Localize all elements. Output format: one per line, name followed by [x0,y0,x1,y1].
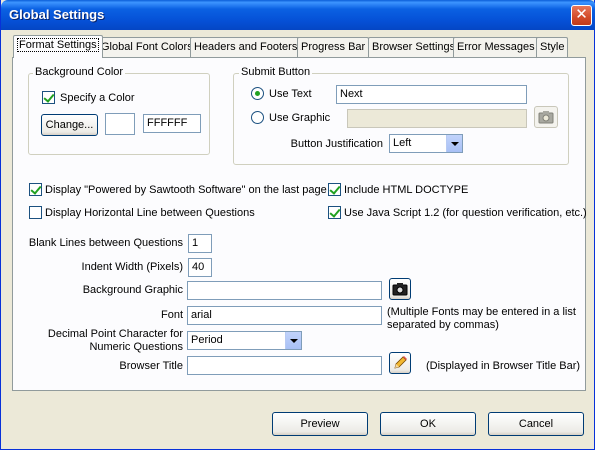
ok-button[interactable]: OK [380,412,476,436]
powered-by-checkbox[interactable] [29,183,42,196]
font-label: Font [160,309,183,321]
indent-width-label: Indent Width (Pixels) [81,261,183,273]
use-text-label: Use Text [269,88,312,100]
use-graphic-radio[interactable] [251,111,264,124]
blank-lines-label: Blank Lines between Questions [28,237,183,249]
preview-button[interactable]: Preview [272,412,368,436]
font-input[interactable]: arial [187,306,382,325]
html-doctype-checkbox[interactable] [328,183,341,196]
use-text-radio[interactable] [251,87,264,100]
tab-label: Format Settings [17,38,99,52]
window-title: Global Settings [9,7,105,22]
global-settings-dialog: Global Settings ✕ Format Settings Global… [0,0,595,450]
tab-headers-and-footers[interactable]: Headers and Footers [190,37,302,57]
color-hex-input[interactable]: FFFFFF [143,114,201,133]
browser-title-note: (Displayed in Browser Title Bar) [426,360,581,372]
blank-lines-input[interactable]: 1 [188,234,212,253]
horizontal-line-checkbox[interactable] [29,206,42,219]
button-justification-label: Button Justification [290,138,383,150]
specify-color-checkbox[interactable] [42,91,55,104]
background-graphic-browse-button[interactable] [389,278,411,300]
chevron-down-icon [446,135,462,152]
tab-global-font-colors[interactable]: Global Font Colors [97,37,197,57]
background-graphic-label: Background Graphic [82,284,183,296]
font-note-line2: separated by commas) [387,319,499,331]
font-note-line1: (Multiple Fonts may be entered in a list [387,306,576,318]
tab-style[interactable]: Style [536,37,569,57]
close-button[interactable]: ✕ [571,5,592,26]
title-bar: Global Settings ✕ [1,0,595,30]
decimal-point-label-line1: Decimal Point Character for [47,328,183,340]
decimal-point-select[interactable]: Period [187,331,302,350]
submit-button-legend: Submit Button [239,66,313,78]
tab-error-messages[interactable]: Error Messages [453,37,539,57]
javascript-checkbox[interactable] [328,206,341,219]
tab-browser-settings[interactable]: Browser Settings [368,37,460,57]
html-doctype-label: Include HTML DOCTYPE [344,184,469,196]
powered-by-label: Display "Powered by Sawtooth Software" o… [45,184,327,196]
button-justification-select[interactable]: Left [389,134,463,153]
camera-icon [538,111,554,124]
graphic-browse-button[interactable] [534,106,558,128]
use-text-input[interactable]: Next [336,85,527,104]
javascript-label: Use Java Script 1.2 (for question verifi… [344,207,587,219]
cancel-button[interactable]: Cancel [488,412,584,436]
tab-format-settings[interactable]: Format Settings [13,35,103,58]
color-swatch [105,113,135,135]
use-graphic-input[interactable] [347,109,527,128]
background-graphic-input[interactable] [187,281,382,300]
browser-title-edit-button[interactable] [389,352,411,374]
background-color-legend: Background Color [33,66,126,78]
change-color-button[interactable]: Change... [41,114,98,136]
browser-title-label: Browser Title [119,360,183,372]
indent-width-input[interactable]: 40 [188,258,212,277]
horizontal-line-label: Display Horizontal Line between Question… [45,207,255,219]
use-graphic-label: Use Graphic [269,112,331,124]
tab-progress-bar[interactable]: Progress Bar [297,37,370,57]
chevron-down-icon [285,332,301,349]
pencil-icon [394,356,407,369]
decimal-point-value: Period [191,334,223,346]
justification-value: Left [393,137,412,149]
decimal-point-label-line2: Numeric Questions [89,341,183,353]
camera-icon [392,283,408,296]
browser-title-input[interactable] [187,356,382,375]
specify-color-label: Specify a Color [60,92,135,104]
